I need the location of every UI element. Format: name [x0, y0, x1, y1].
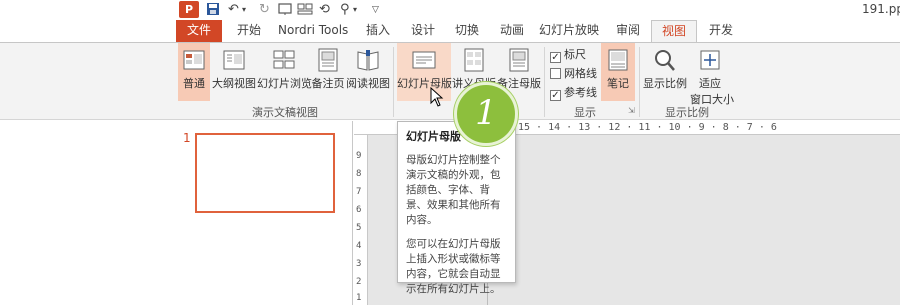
gridlines-checkbox[interactable]: 网格线 [550, 65, 597, 81]
notes-icon [608, 49, 628, 71]
notes-page-icon [318, 48, 338, 72]
checkbox-unchecked-icon [550, 68, 561, 79]
tab-review[interactable]: 审阅 [610, 20, 646, 42]
step-number-badge: 1 [454, 82, 518, 146]
mouse-cursor-icon [430, 87, 444, 107]
presentation-icon[interactable] [278, 2, 292, 18]
title-bar: P ↶ ▾ ↻ ⟲ ⚲ ▾ ▽ 191.pp [0, 0, 900, 20]
tab-home[interactable]: 开始 [229, 20, 269, 42]
document-title: 191.pp [862, 2, 900, 16]
slide-sorter-button[interactable]: 幻灯片浏览 [257, 43, 312, 101]
slide-number: 1 [183, 131, 191, 145]
ribbon-view: 普通 大纲视图 幻灯片浏览 备注页 阅读视图 演示文稿视图 幻灯片母版 讲义母版… [0, 42, 900, 120]
save-icon[interactable] [206, 2, 220, 18]
magnifier-icon [655, 50, 675, 71]
tab-developer[interactable]: 开发 [703, 20, 739, 42]
notes-master-icon [509, 48, 529, 72]
checkbox-checked-icon: ✓ [550, 52, 561, 63]
slide-master-tooltip: 幻灯片母版 母版幻灯片控制整个演示文稿的外观，包括颜色、字体、背景、效果和其他所… [397, 121, 516, 295]
group-divider [544, 47, 545, 117]
undo-icon[interactable]: ↶ [228, 2, 239, 18]
ruler-checkbox[interactable]: ✓ 标尺 [550, 46, 586, 63]
show-group-label: 显示 [574, 106, 596, 119]
reading-view-icon [357, 50, 379, 71]
checkbox-checked-icon: ✓ [550, 90, 561, 101]
undo-dropdown-icon[interactable]: ▾ [242, 2, 246, 18]
normal-view-icon [183, 50, 205, 70]
outline-view-icon [223, 50, 245, 70]
notes-button[interactable]: 笔记 [601, 43, 635, 101]
tooltip-description: 母版幻灯片控制整个演示文稿的外观，包括颜色、字体、背景、效果和其他所有内容。 [406, 154, 501, 226]
tooltip-hint: 您可以在幻灯片母版上插入形状或徽标等内容，它就会自动显示在所有幻灯片上。 [406, 238, 501, 295]
redo-icon[interactable]: ↻ [259, 2, 270, 18]
notes-page-button[interactable]: 备注页 [311, 43, 345, 101]
tab-view[interactable]: 视图 [651, 20, 697, 43]
reading-view-button[interactable]: 阅读视图 [345, 43, 391, 101]
outline-view-button[interactable]: 大纲视图 [212, 43, 256, 101]
powerpoint-logo: P [179, 1, 199, 18]
tab-design[interactable]: 设计 [405, 20, 441, 42]
slide-thumbnail[interactable] [195, 133, 335, 213]
speaker-dropdown-icon[interactable]: ▾ [353, 2, 357, 18]
handout-master-icon [464, 48, 484, 72]
fit-window-icon [700, 50, 720, 70]
zoom-button[interactable]: 显示比例 [643, 43, 687, 101]
dialog-launcher-icon[interactable]: ⇲ [628, 106, 635, 115]
tab-file[interactable]: 文件 [176, 20, 222, 42]
cycle-icon[interactable]: ⟲ [319, 2, 330, 18]
group-divider [393, 47, 394, 117]
tab-animations[interactable]: 动画 [494, 20, 530, 42]
tab-slideshow[interactable]: 幻灯片放映 [538, 20, 600, 42]
zoom-group-label: 显示比例 [665, 106, 709, 119]
presentation-views-group-label: 演示文稿视图 [252, 106, 318, 119]
ribbon-tabs: 文件 开始 Nordri Tools 插入 设计 切换 动画 幻灯片放映 审阅 … [0, 20, 900, 43]
slide-master-icon [412, 51, 436, 69]
guides-checkbox[interactable]: ✓ 参考线 [550, 84, 597, 101]
speaker-icon[interactable]: ⚲ [340, 2, 350, 18]
tab-insert[interactable]: 插入 [360, 20, 396, 42]
normal-view-button[interactable]: 普通 [178, 43, 210, 101]
tab-transitions[interactable]: 切换 [449, 20, 485, 42]
vertical-ruler: 9 8 7 6 5 4 3 2 1 [354, 135, 368, 305]
slide-sorter-icon [273, 50, 295, 69]
tab-nordri-tools[interactable]: Nordri Tools [278, 20, 348, 42]
layout-icon[interactable] [297, 2, 313, 18]
customize-icon[interactable]: ▽ [372, 2, 379, 18]
group-divider [639, 47, 640, 117]
fit-to-window-button[interactable]: 适应 窗口大小 [690, 43, 734, 106]
